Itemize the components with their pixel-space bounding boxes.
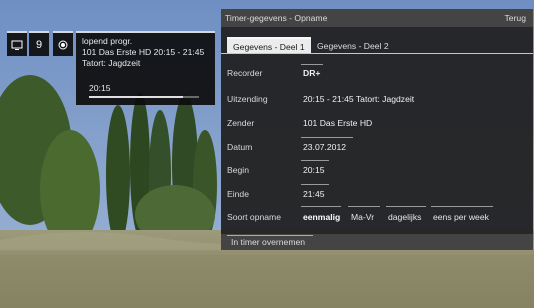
broadcast-value: 20:15 - 21:45 Tatort: Jagdzeit <box>303 94 415 104</box>
program-status: lopend progr. <box>82 36 133 46</box>
date-field-line <box>301 137 353 138</box>
back-button[interactable]: Terug <box>505 13 527 23</box>
begin-value[interactable]: 20:15 <box>303 165 325 175</box>
tv-icon <box>7 31 27 56</box>
record-type-label: Soort opname <box>227 212 281 222</box>
end-label: Einde <box>227 189 249 199</box>
record-type-weekdays-line <box>348 206 380 207</box>
program-progress-bar <box>89 96 199 98</box>
channel-number: 9 <box>29 31 49 56</box>
record-type-weekdays[interactable]: Ma-Vr <box>351 212 374 222</box>
record-icon <box>53 31 73 56</box>
record-type-daily-line <box>386 206 426 207</box>
record-type-weekly-line <box>431 206 493 207</box>
record-type-once[interactable]: eenmalig <box>303 212 340 222</box>
program-line: 101 Das Erste HD 20:15 - 21:45 <box>82 47 205 57</box>
footer-button-line <box>227 235 313 236</box>
panel-footer: In timer overnemen <box>221 234 533 250</box>
date-label: Datum <box>227 142 253 152</box>
panel-titlebar: Timer-gegevens - Opname Terug <box>221 9 533 27</box>
apply-to-timer-button[interactable]: In timer overnemen <box>231 237 305 247</box>
record-type-weekly[interactable]: eens per week <box>433 212 489 222</box>
recorder-field-line <box>301 64 323 65</box>
broadcast-label: Uitzending <box>227 94 268 104</box>
channel-label: Zender <box>227 118 255 128</box>
tab-details-part-2[interactable]: Gegevens - Deel 2 <box>311 37 395 53</box>
begin-label: Begin <box>227 165 249 175</box>
begin-field-line <box>301 160 329 161</box>
tab-details-part-1[interactable]: Gegevens - Deel 1 <box>227 37 311 53</box>
recorder-label: Recorder <box>227 68 263 78</box>
program-progress-fill <box>89 96 183 98</box>
end-field-line <box>301 184 329 185</box>
channel-value: 101 Das Erste HD <box>303 118 373 128</box>
record-type-daily[interactable]: dagelijks <box>388 212 421 222</box>
timer-details-panel: Timer-gegevens - Opname Terug Gegevens -… <box>221 9 533 250</box>
program-title: Tatort: Jagdzeit <box>82 58 141 68</box>
date-value[interactable]: 23.07.2012 <box>303 142 346 152</box>
end-value[interactable]: 21:45 <box>303 189 325 199</box>
record-type-once-line <box>301 206 341 207</box>
panel-title: Timer-gegevens - Opname <box>225 13 328 23</box>
tab-divider <box>221 53 533 54</box>
tv-screen: 9 lopend progr. 101 Das Erste HD 20:15 -… <box>0 0 534 308</box>
program-info-box: lopend progr. 101 Das Erste HD 20:15 - 2… <box>76 31 215 105</box>
program-time: 20:15 <box>89 83 111 93</box>
recorder-value[interactable]: DR+ <box>303 68 320 78</box>
